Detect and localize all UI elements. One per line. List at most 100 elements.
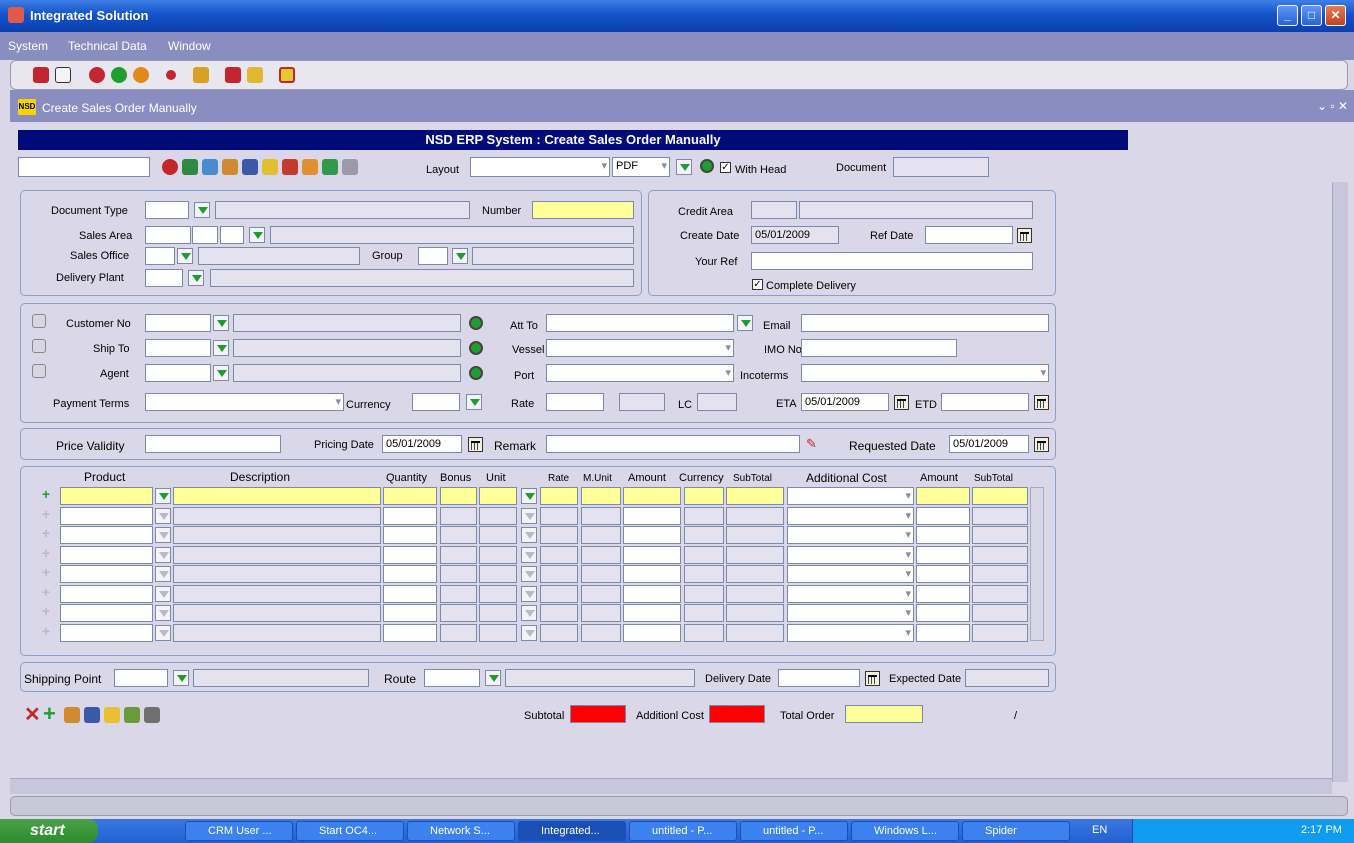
cell-quantity[interactable] xyxy=(383,526,437,544)
task-spider[interactable]: Spider xyxy=(962,821,1070,841)
cell-amount[interactable] xyxy=(623,506,681,525)
cell-unit-dd[interactable] xyxy=(521,566,537,582)
cell-additional-cost[interactable] xyxy=(787,526,914,544)
filter-icon[interactable] xyxy=(182,159,198,175)
format-dropdown-button[interactable] xyxy=(676,159,692,175)
cell-rate[interactable] xyxy=(540,506,578,525)
settings-icon[interactable] xyxy=(302,159,318,175)
cell-product[interactable] xyxy=(60,487,153,505)
cell-quantity[interactable] xyxy=(383,623,437,642)
port-select[interactable] xyxy=(546,364,734,382)
your-ref-field[interactable] xyxy=(751,252,1033,270)
cell-cost-subtotal[interactable] xyxy=(972,604,1028,622)
cell-product[interactable] xyxy=(60,623,153,642)
cell-rate[interactable] xyxy=(540,545,578,564)
cell-subtotal[interactable] xyxy=(726,526,784,544)
task-integrated[interactable]: Integrated... xyxy=(518,821,626,841)
cell-bonus[interactable] xyxy=(440,506,477,525)
agent-go-icon[interactable] xyxy=(469,366,483,380)
ship-to-field[interactable] xyxy=(145,339,211,357)
delivery-plant-field[interactable] xyxy=(145,269,183,287)
cell-subtotal[interactable] xyxy=(726,584,784,603)
cell-product-dd[interactable] xyxy=(155,566,171,582)
customer-no-field[interactable] xyxy=(145,314,211,332)
folder-icon[interactable] xyxy=(104,707,120,723)
document-type-field[interactable] xyxy=(145,201,189,219)
cell-currency[interactable] xyxy=(684,623,724,642)
vertical-scrollbar[interactable] xyxy=(1332,182,1348,782)
cell-amount[interactable] xyxy=(623,584,681,603)
cell-rate[interactable] xyxy=(540,565,578,583)
cell-currency[interactable] xyxy=(684,604,724,622)
cell-munit[interactable] xyxy=(581,584,621,603)
credit-area-field[interactable] xyxy=(751,201,797,219)
fax-icon[interactable] xyxy=(144,707,160,723)
cell-munit[interactable] xyxy=(581,506,621,525)
agent-field[interactable] xyxy=(145,364,211,382)
cell-subtotal[interactable] xyxy=(726,545,784,564)
complete-delivery-checkbox[interactable]: ✓ xyxy=(752,279,763,290)
customer-no-dropdown[interactable] xyxy=(213,315,229,331)
add-row-icon[interactable]: + xyxy=(39,487,53,503)
cell-quantity[interactable] xyxy=(383,604,437,622)
lc-field[interactable] xyxy=(697,393,737,411)
customer-lookup-icon[interactable] xyxy=(32,314,46,328)
task-crm-user[interactable]: CRM User ... xyxy=(185,821,293,841)
delivery-plant-dropdown[interactable] xyxy=(188,270,204,286)
create-date-field[interactable]: 05/01/2009 xyxy=(751,226,839,244)
route-field[interactable] xyxy=(424,669,480,687)
cell-rate[interactable] xyxy=(540,604,578,622)
cell-unit[interactable] xyxy=(479,623,517,642)
cell-quantity[interactable] xyxy=(383,506,437,525)
maximize-button[interactable]: □ xyxy=(1301,5,1322,26)
cell-quantity[interactable] xyxy=(383,545,437,564)
ref-date-field[interactable] xyxy=(925,226,1013,244)
cell-product-dd[interactable] xyxy=(155,507,171,524)
cell-product[interactable] xyxy=(60,565,153,583)
sales-area-field-2[interactable] xyxy=(192,226,218,244)
exit-icon[interactable] xyxy=(279,67,295,83)
transfer-icon[interactable] xyxy=(222,159,238,175)
cell-cost-subtotal[interactable] xyxy=(972,506,1028,525)
etd-field[interactable] xyxy=(941,393,1029,411)
cell-munit[interactable] xyxy=(581,565,621,583)
calculator-icon[interactable] xyxy=(193,67,209,83)
record-icon[interactable] xyxy=(166,70,176,80)
cell-cost-subtotal[interactable] xyxy=(972,487,1028,505)
cell-product-dd[interactable] xyxy=(155,488,171,504)
eta-calendar-icon[interactable] xyxy=(894,395,909,410)
cell-munit[interactable] xyxy=(581,487,621,505)
minimize-button[interactable]: _ xyxy=(1277,5,1298,26)
cell-additional-cost[interactable] xyxy=(787,604,914,622)
cell-currency[interactable] xyxy=(684,545,724,564)
task-windows-live[interactable]: Windows L... xyxy=(851,821,959,841)
cell-unit[interactable] xyxy=(479,526,517,544)
agent-dropdown[interactable] xyxy=(213,365,229,381)
group-field[interactable] xyxy=(418,247,448,265)
cell-cost-subtotal[interactable] xyxy=(972,545,1028,564)
form-window-controls[interactable]: ⌄ ▫ ✕ xyxy=(1317,99,1348,113)
cell-subtotal[interactable] xyxy=(726,565,784,583)
cell-cost-amount[interactable] xyxy=(916,545,970,564)
cell-product-dd[interactable] xyxy=(155,624,171,641)
payment-terms-select[interactable] xyxy=(145,393,344,411)
ship-to-dropdown[interactable] xyxy=(213,340,229,356)
cell-description[interactable] xyxy=(173,623,381,642)
cell-amount[interactable] xyxy=(623,565,681,583)
cell-cost-amount[interactable] xyxy=(916,565,970,583)
search-input[interactable] xyxy=(18,157,150,177)
requested-date-calendar-icon[interactable] xyxy=(1034,437,1049,452)
cell-product[interactable] xyxy=(60,545,153,564)
ref-date-calendar-icon[interactable] xyxy=(1017,228,1032,243)
cell-currency[interactable] xyxy=(684,526,724,544)
delivery-date-calendar-icon[interactable] xyxy=(865,671,880,686)
cell-unit-dd[interactable] xyxy=(521,488,537,504)
cell-cost-amount[interactable] xyxy=(916,584,970,603)
cell-product-dd[interactable] xyxy=(155,605,171,621)
add-row-icon[interactable]: + xyxy=(39,565,53,581)
att-to-dropdown[interactable] xyxy=(737,315,753,331)
shipping-point-field[interactable] xyxy=(114,669,168,687)
requested-date-field[interactable]: 05/01/2009 xyxy=(949,435,1029,453)
sales-area-field-1[interactable] xyxy=(145,226,191,244)
cell-unit-dd[interactable] xyxy=(521,585,537,602)
